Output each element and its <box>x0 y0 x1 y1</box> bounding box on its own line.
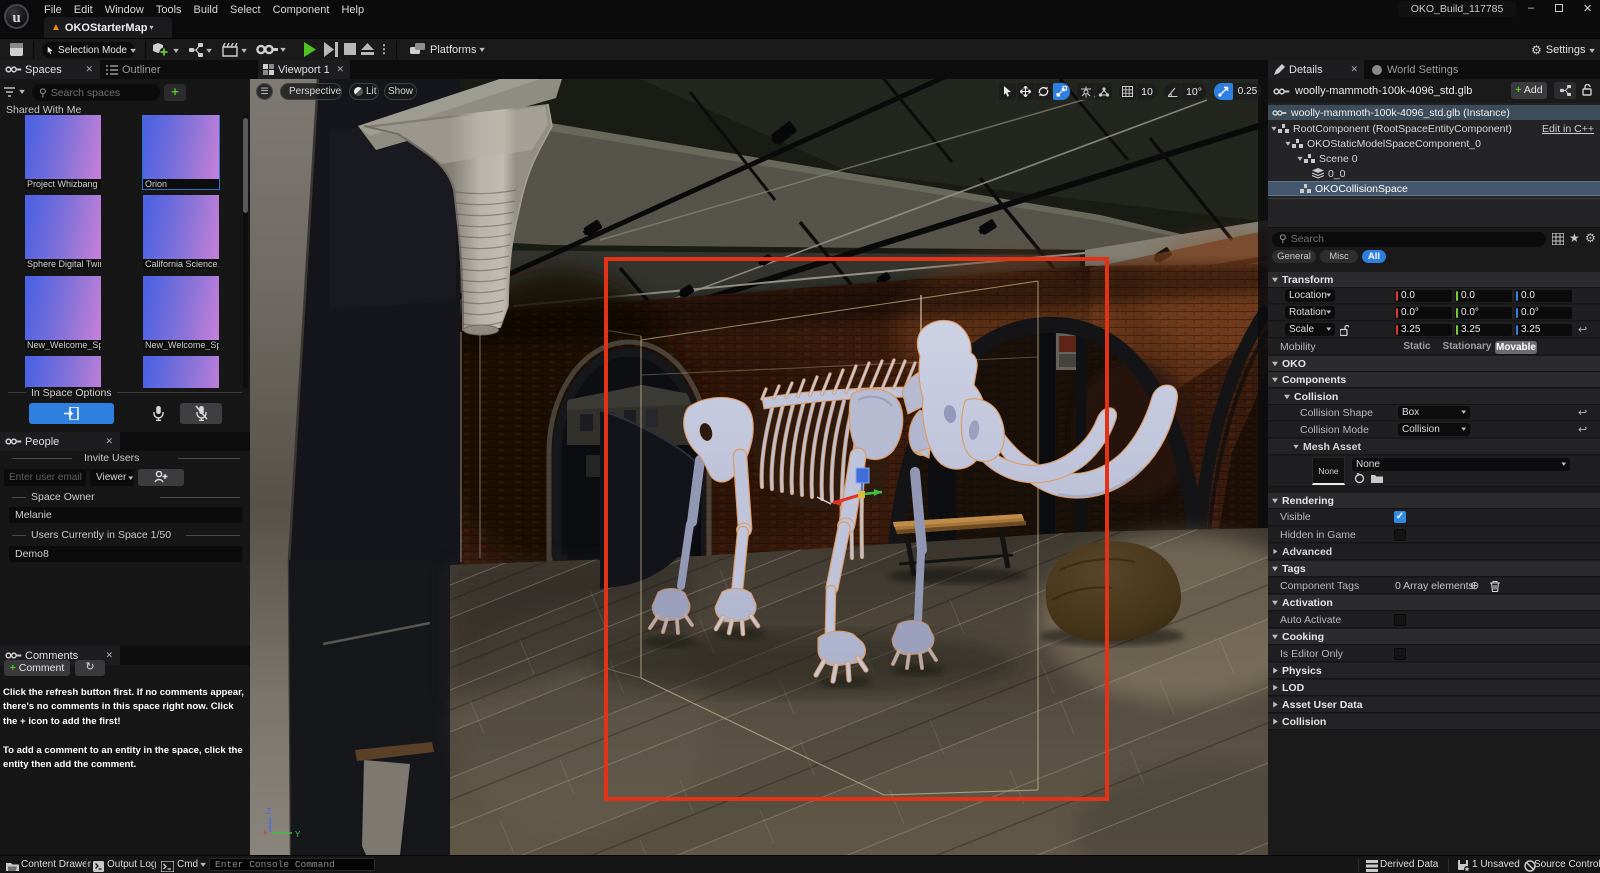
svg-text:*: * <box>262 830 268 842</box>
svg-text:Y: Y <box>295 830 301 840</box>
svg-text:Z: Z <box>266 807 272 817</box>
